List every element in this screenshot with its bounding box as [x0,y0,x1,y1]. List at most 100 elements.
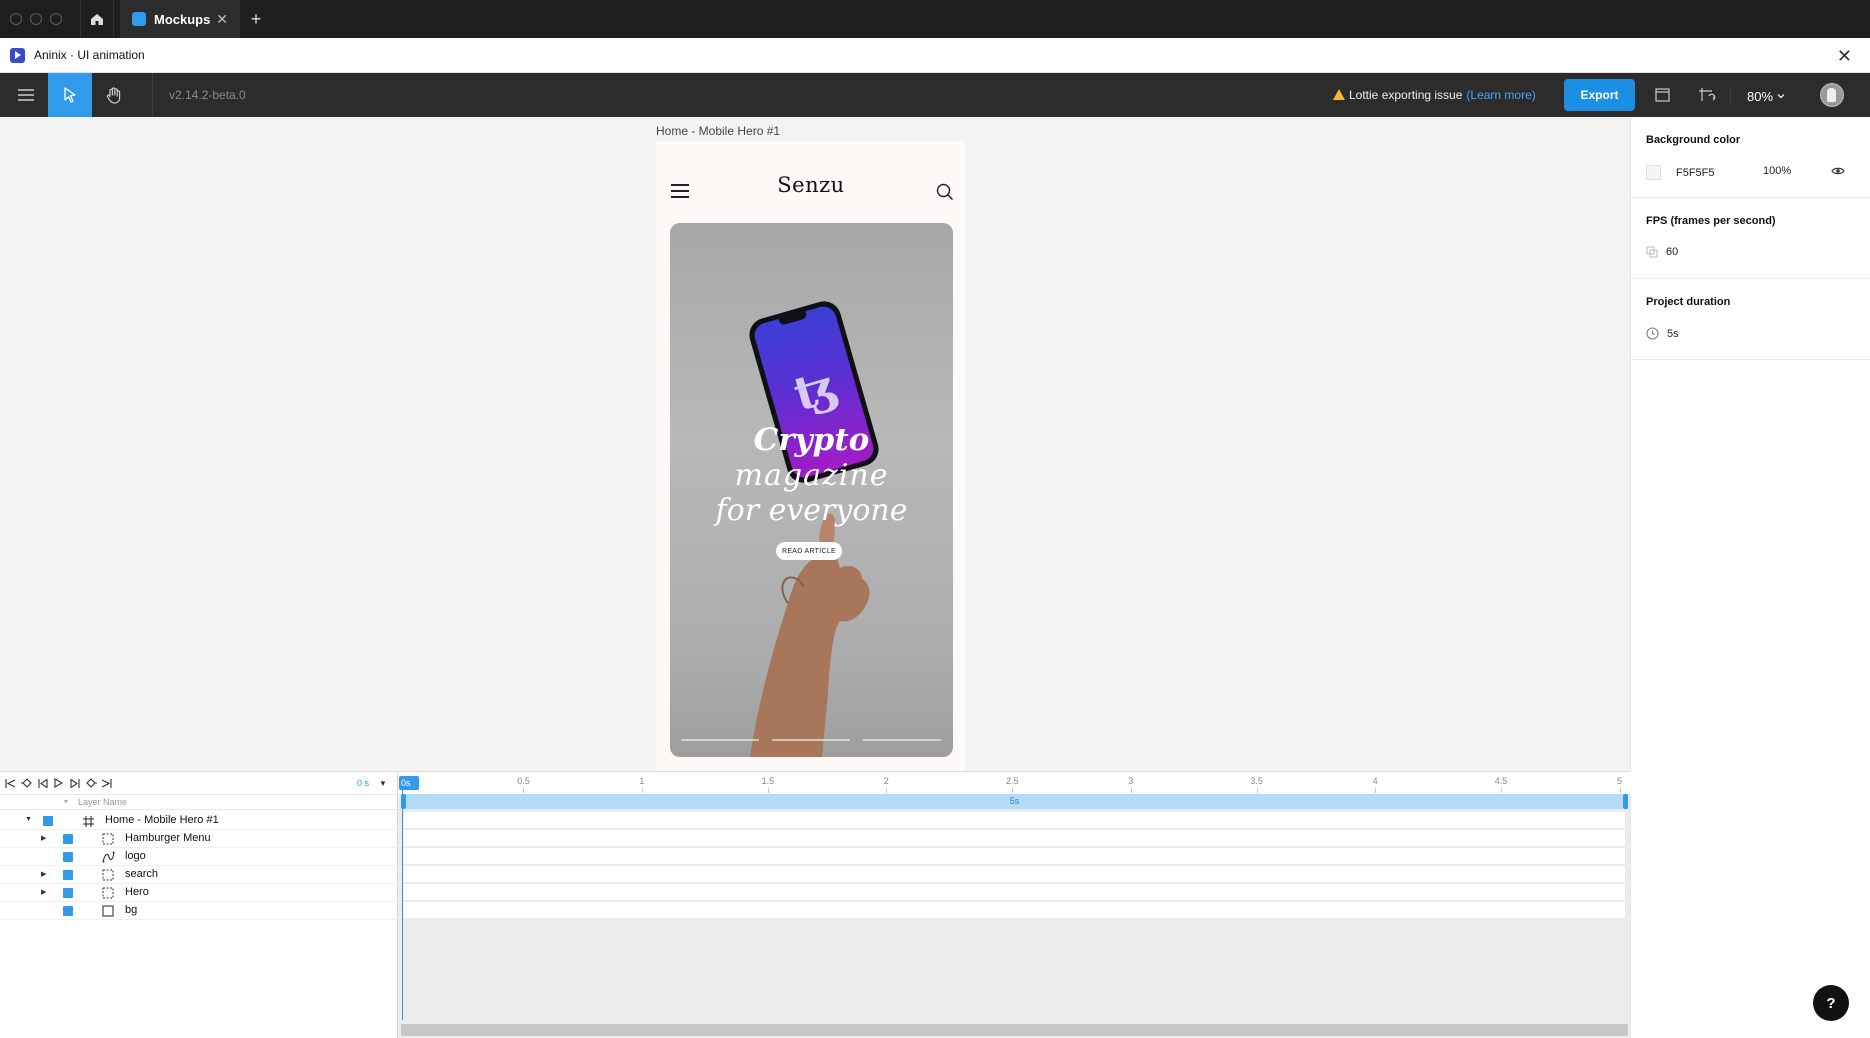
export-warning: Lottie exporting issue (Learn more) [1333,88,1536,102]
layer-name: Hamburger Menu [125,832,211,844]
user-avatar[interactable] [1820,83,1844,107]
document-tab-title: Mockups [154,11,211,27]
timeline-track-area[interactable]: 0.5 1 1.5 2 2.5 3 3.5 4 4.5 5 0s 5s [397,772,1631,1038]
layer-name: search [125,868,159,880]
export-button[interactable]: Export [1564,79,1635,111]
vector-layer-icon [101,850,115,864]
ruler-tick-label: 1.5 [761,776,775,793]
ruler-tick-label: 3 [1128,776,1134,793]
current-time: 0 s [357,778,370,788]
previous-frame-button[interactable] [36,777,49,789]
layer-visibility-toggle[interactable] [63,870,73,880]
prev-keyframe-icon [20,778,32,788]
timeline-track-row[interactable] [404,902,1625,918]
learn-more-link[interactable]: (Learn more) [1466,88,1535,102]
go-to-start-button[interactable] [4,777,17,789]
aninix-plugin-icon [10,47,25,63]
caret-down-icon[interactable]: ▼ [25,816,32,823]
hand-tool-button[interactable] [92,73,136,117]
next-frame-button[interactable] [68,777,81,789]
duration-title: Project duration [1646,296,1731,308]
resize-icon [1699,88,1716,101]
background-hex-input[interactable]: F5F5F5 [1676,167,1715,179]
play-icon [54,778,63,788]
duration-section: Project duration 5s [1631,279,1870,360]
window-minimize-dot[interactable] [30,13,42,25]
layer-row[interactable]: bg [0,902,397,920]
ruler-tick-label: 5 [1617,776,1623,793]
frames-icon [1646,246,1658,258]
new-tab-button[interactable]: + [246,0,266,38]
background-color-section: Background color F5F5F5 100% [1631,117,1870,198]
chevron-down-icon [1777,94,1785,99]
mobile-hero-frame[interactable]: Senzu ꜩ Crypto magazine for everyone REA… [656,141,966,771]
layer-visibility-toggle[interactable] [63,906,73,916]
fps-row: 60 [1646,246,1678,258]
caret-right-icon[interactable]: ▶ [41,870,46,878]
background-opacity-input[interactable]: 100% [1763,165,1791,177]
layer-visibility-toggle[interactable] [63,888,73,898]
go-to-end-button[interactable] [100,777,113,789]
playhead[interactable]: 0s [399,776,419,790]
color-swatch[interactable] [1646,165,1661,180]
ruler-tick-label: 1 [639,776,645,793]
frame-label[interactable]: Home - Mobile Hero #1 [656,124,780,138]
window-zoom-dot[interactable] [50,13,62,25]
caret-right-icon[interactable]: ▶ [41,834,46,842]
layer-row[interactable]: ▼ Home - Mobile Hero #1 [0,812,397,830]
warning-text: Lottie exporting issue [1349,88,1463,102]
plugin-close-icon[interactable]: ✕ [1837,46,1852,67]
layer-row[interactable]: ▶ search [0,866,397,884]
help-button[interactable]: ? [1813,985,1849,1021]
close-tab-icon[interactable]: ✕ [216,11,228,28]
layer-row[interactable]: logo [0,848,397,866]
next-keyframe-button[interactable] [84,777,97,789]
timeline-track-row[interactable] [404,812,1625,828]
hero-headline: Crypto magazine for everyone [670,423,953,529]
eye-icon[interactable] [1831,165,1845,177]
timeline-track-row[interactable] [404,866,1625,882]
timeline-track-row[interactable] [404,830,1625,846]
timeline-track-row[interactable] [404,848,1625,864]
warning-icon [1333,88,1345,100]
duration-row: 5s [1646,327,1679,340]
layer-list-header: Layer Name [0,794,397,810]
layer-visibility-toggle[interactable] [43,816,53,826]
timeline-scrollbar[interactable] [401,1024,1628,1036]
caret-right-icon[interactable]: ▶ [41,888,46,896]
zoom-value: 80% [1747,88,1774,104]
document-tab[interactable]: Mockups ✕ [120,0,240,38]
hero-line-3: for everyone [715,493,908,528]
layer-row[interactable]: ▶ Hamburger Menu [0,830,397,848]
rectangle-layer-icon [101,904,115,918]
move-tool-button[interactable] [48,73,92,117]
time-readout[interactable]: 0 s ▼ [357,778,387,788]
duration-bar[interactable]: 5s [401,794,1628,809]
duration-input[interactable]: 5s [1667,328,1679,340]
play-button[interactable] [52,777,65,789]
group-layer-icon [101,868,115,882]
read-article-button: READ ARTICLE [776,542,842,560]
layer-row[interactable]: ▶ Hero [0,884,397,902]
time-ruler[interactable]: 0.5 1 1.5 2 2.5 3 3.5 4 4.5 5 [398,772,1631,794]
resize-frame-button[interactable] [1685,73,1729,117]
tezos-logo: ꜩ [787,357,843,422]
properties-panel: Background color F5F5F5 100% FPS (frames… [1630,117,1870,1038]
canvas[interactable]: Home - Mobile Hero #1 Senzu ꜩ Crypto mag… [0,117,1630,771]
layer-visibility-toggle[interactable] [63,852,73,862]
frame-layer-icon [81,814,95,828]
main-menu-button[interactable] [4,73,48,117]
window-close-dot[interactable] [10,13,22,25]
layer-visibility-toggle[interactable] [63,834,73,844]
plugin-version: v2.14.2-beta.0 [169,88,246,102]
previous-keyframe-button[interactable] [20,777,33,789]
home-tab[interactable] [80,0,114,38]
playhead-line [402,790,403,1020]
timeline-track-row[interactable] [404,884,1625,900]
clock-icon [1646,327,1659,340]
step-back-icon [37,778,48,788]
zoom-dropdown[interactable]: 80% [1730,87,1790,105]
background-color-row: F5F5F5 [1646,165,1715,180]
fps-input[interactable]: 60 [1666,246,1678,258]
frame-view-button[interactable] [1640,73,1684,117]
